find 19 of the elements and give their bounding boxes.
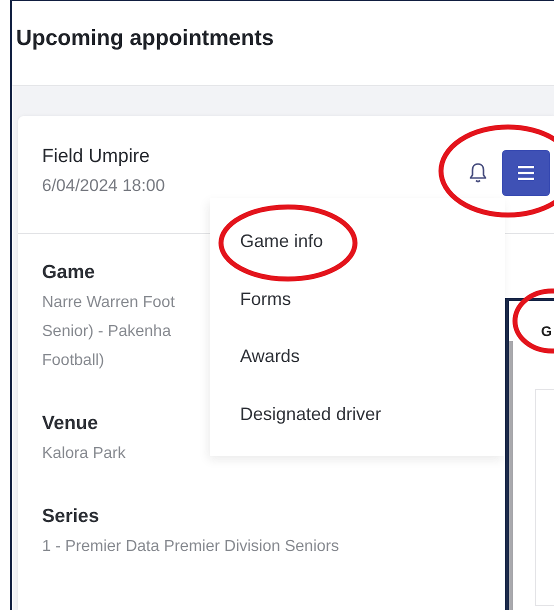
appointment-datetime: 6/04/2024 18:00: [42, 176, 165, 196]
menu-item[interactable]: Awards: [240, 345, 300, 367]
bell-icon[interactable]: [468, 162, 488, 184]
detail-label: Game: [42, 262, 95, 284]
detail-value: Senior) - Pakenha: [42, 322, 171, 342]
detail-label: Series: [42, 506, 100, 528]
page-title: Upcoming appointments: [16, 25, 274, 51]
detail-value: Football): [42, 351, 104, 371]
detail-label: Venue: [42, 413, 98, 435]
detail-value: Kalora Park: [42, 444, 126, 464]
appointment-role: Field Umpire: [42, 146, 151, 168]
panel-title: G: [541, 323, 552, 339]
menu-item[interactable]: Forms: [240, 288, 291, 310]
menu-item[interactable]: Designated driver: [240, 402, 382, 424]
menu-item[interactable]: Game info: [240, 230, 324, 252]
menu-button[interactable]: [502, 150, 550, 196]
detail-value: 1 - Premier Data Premier Division Seniors: [42, 537, 339, 557]
detail-value: Narre Warren Foot: [42, 293, 175, 313]
menu-icon: [518, 166, 534, 180]
